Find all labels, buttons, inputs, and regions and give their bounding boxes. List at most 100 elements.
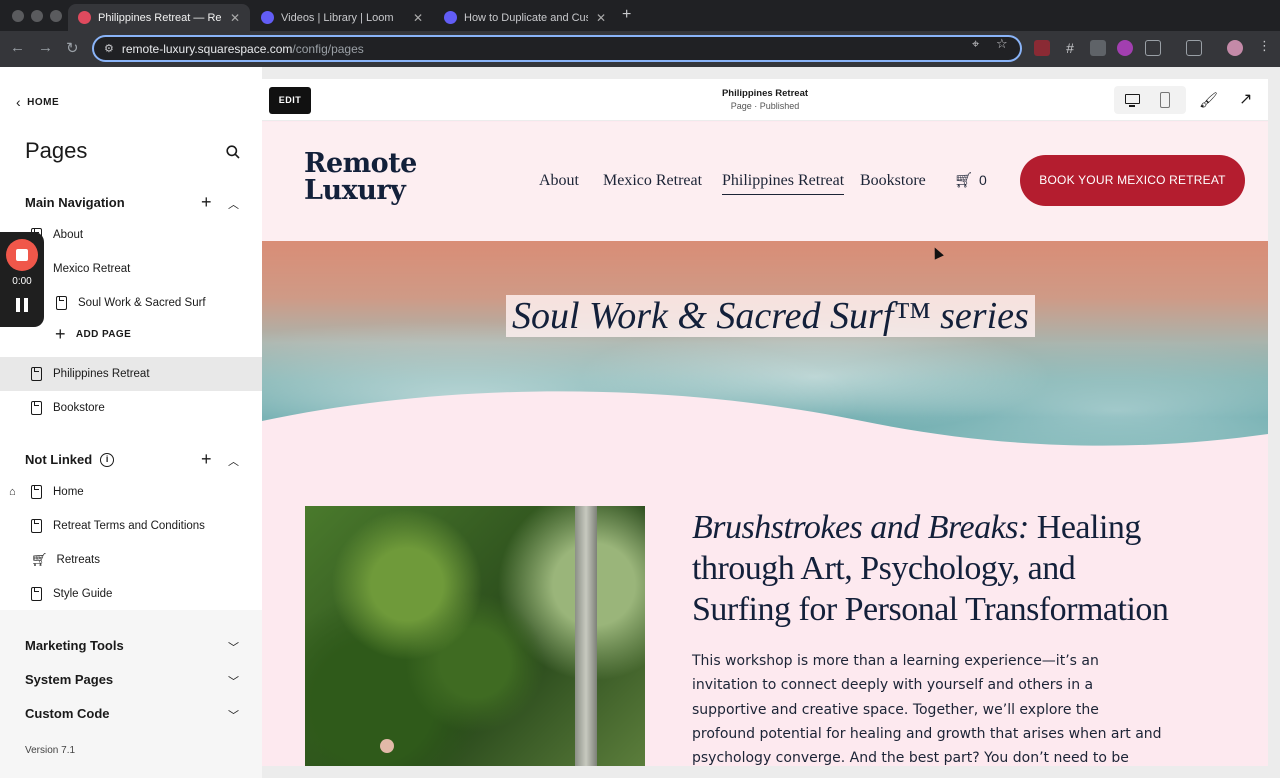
site-settings-icon[interactable]: ⚙ — [104, 42, 114, 55]
sidebar-item-style-guide[interactable]: Style Guide — [0, 577, 262, 611]
site-cart[interactable]: 🛒︎ 0 — [954, 171, 987, 189]
hero-title: Soul Work & Sacred Surf™ series — [506, 295, 1035, 337]
tab-close-icon[interactable]: ✕ — [230, 11, 240, 25]
extension-flag-icon[interactable] — [1034, 40, 1050, 56]
window-maximize-dot[interactable] — [50, 10, 62, 22]
add-not-linked-page-icon[interactable]: + — [201, 450, 212, 468]
search-icon[interactable] — [226, 145, 240, 159]
home-back-label: HOME — [27, 96, 60, 108]
browser-tab-loom-library[interactable]: Videos | Library | Loom ✕ — [251, 4, 433, 31]
shopping-cart-icon: 🛒︎ — [31, 552, 48, 567]
sidebar-item-home[interactable]: ⌂ Home — [0, 475, 262, 509]
sidebar-item-label: Retreats — [56, 554, 100, 566]
forward-arrow-icon[interactable]: → — [38, 39, 53, 56]
new-tab-icon[interactable]: + — [622, 6, 631, 24]
sidebar-item-retreats[interactable]: 🛒︎ Retreats — [0, 543, 262, 577]
not-linked-heading[interactable]: Not Linked i — [25, 452, 115, 467]
expand-marketing-tools-icon[interactable]: ﹀ — [228, 639, 239, 655]
preview-page-status: Page · Published — [730, 101, 800, 111]
sidebar-item-retreat-terms[interactable]: Retreat Terms and Conditions — [0, 509, 262, 543]
add-page-label: ADD PAGE — [75, 329, 132, 340]
custom-code-heading[interactable]: Custom Code — [25, 706, 110, 721]
address-bar[interactable]: ⚙ remote-luxury.squarespace.com/config/p… — [92, 35, 1022, 62]
page-icon — [31, 587, 42, 601]
recording-timer: 0:00 — [12, 276, 32, 287]
site-nav-mexico-retreat[interactable]: Mexico Retreat — [603, 172, 702, 190]
page-title: Pages — [25, 138, 88, 163]
tab-title: Videos | Library | Loom — [281, 11, 394, 24]
main-navigation-heading[interactable]: Main Navigation — [25, 195, 125, 210]
open-external-arrow-icon[interactable]: ↗ — [1239, 89, 1252, 109]
browser-tab-loom-duplicate[interactable]: How to Duplicate and Customize ✕ — [434, 4, 616, 31]
cart-icon: 🛒︎ — [954, 172, 974, 189]
tab-title: Philippines Retreat — Remote Luxury — [98, 11, 222, 24]
extension-download-icon[interactable] — [1117, 40, 1133, 56]
version-label: Version 7.1 — [25, 745, 76, 756]
site-logo[interactable]: Remote Luxury — [304, 150, 417, 204]
screen-recorder-widget: 0:00 — [0, 232, 44, 327]
article-body: This workshop is more than a learning ex… — [692, 653, 1162, 766]
plus-icon: + — [55, 324, 66, 344]
site-nav-about[interactable]: About — [539, 172, 579, 190]
sidebar-item-label: Retreat Terms and Conditions — [53, 520, 205, 532]
info-icon[interactable]: i — [100, 452, 115, 467]
collapse-not-linked-icon[interactable]: ︿ — [228, 453, 239, 469]
expand-system-pages-icon[interactable]: ﹀ — [228, 673, 239, 689]
loom-favicon-icon — [261, 11, 274, 24]
window-minimize-dot[interactable] — [31, 10, 43, 22]
jungle-photo — [305, 506, 645, 766]
tab-close-icon[interactable]: ✕ — [413, 11, 423, 25]
hero-wave-divider — [262, 391, 1268, 479]
desktop-view-icon[interactable] — [1125, 94, 1140, 107]
bookmark-star-icon[interactable]: ☆ — [996, 36, 1008, 52]
pause-icon[interactable] — [16, 298, 28, 312]
url-host: remote-luxury.squarespace.com — [121, 41, 293, 56]
mobile-view-icon[interactable] — [1160, 92, 1170, 108]
sidebar-item-label: Style Guide — [53, 588, 113, 600]
tab-title: How to Duplicate and Customize — [464, 11, 588, 24]
stop-recording-icon[interactable] — [6, 239, 38, 271]
marketing-tools-heading[interactable]: Marketing Tools — [25, 638, 124, 653]
preview-page-title: Philippines Retreat — [721, 88, 809, 99]
back-arrow-icon[interactable]: ← — [10, 39, 25, 56]
chevron-left-icon: ‹ — [16, 94, 22, 110]
system-pages-heading[interactable]: System Pages — [25, 672, 113, 687]
pages-sidebar: ‹ HOME Pages Main Navigation + ︿ About M… — [0, 67, 262, 778]
sidebar-item-bookstore[interactable]: Bookstore — [0, 391, 262, 425]
palm-trunk — [575, 506, 597, 766]
reload-icon[interactable]: ↻ — [66, 39, 79, 57]
tab-close-icon[interactable]: ✕ — [596, 11, 606, 25]
page-icon — [56, 296, 67, 310]
profile-avatar[interactable] — [1227, 40, 1243, 56]
page-icon — [31, 485, 42, 499]
sidebar-item-philippines-retreat[interactable]: Philippines Retreat — [0, 357, 262, 391]
window-close-dot[interactable] — [12, 10, 24, 22]
collapse-main-nav-icon[interactable]: ︿ — [228, 196, 239, 212]
browser-tab-strip: Philippines Retreat — Remote Luxury ✕ Vi… — [0, 0, 1280, 31]
site-nav-bookstore[interactable]: Bookstore — [860, 172, 926, 190]
browser-toolbar: ← → ↻ ⚙ remote-luxury.squarespace.com/co… — [0, 31, 1280, 67]
sidebar-item-label: Soul Work & Sacred Surf — [78, 297, 206, 309]
preview-top-bar: EDIT Philippines Retreat Page · Publishe… — [262, 79, 1268, 121]
add-main-nav-page-icon[interactable]: + — [201, 193, 212, 211]
expand-custom-code-icon[interactable]: ﹀ — [228, 707, 239, 723]
site-preview-frame: EDIT Philippines Retreat Page · Publishe… — [262, 79, 1268, 766]
photo-detail — [380, 739, 394, 753]
paintbrush-icon[interactable]: 🖌︎ — [1199, 91, 1218, 109]
article-heading-italic: Brushstrokes and Breaks: — [692, 509, 1029, 546]
browser-menu-icon[interactable]: ⋮ — [1258, 38, 1271, 54]
site-nav-philippines-retreat[interactable]: Philippines Retreat — [722, 172, 845, 195]
extension-hash-icon[interactable]: # — [1062, 40, 1078, 56]
sidebar-item-label: About — [53, 229, 84, 241]
edit-button[interactable]: EDIT — [269, 87, 311, 114]
home-back-link[interactable]: ‹ HOME — [16, 94, 59, 110]
browser-tab-philippines[interactable]: Philippines Retreat — Remote Luxury ✕ — [68, 4, 250, 31]
homepage-house-icon: ⌂ — [9, 486, 16, 498]
extensions-puzzle-icon[interactable] — [1145, 40, 1161, 56]
book-retreat-button[interactable]: BOOK YOUR MEXICO RETREAT — [1020, 155, 1245, 206]
location-pin-icon[interactable]: ⌖ — [972, 36, 979, 52]
tab-search-icon[interactable] — [1186, 40, 1202, 56]
add-page-button[interactable]: + ADD PAGE — [55, 324, 131, 345]
url-path: /config/pages — [292, 41, 364, 56]
extension-camera-icon[interactable] — [1090, 40, 1106, 56]
